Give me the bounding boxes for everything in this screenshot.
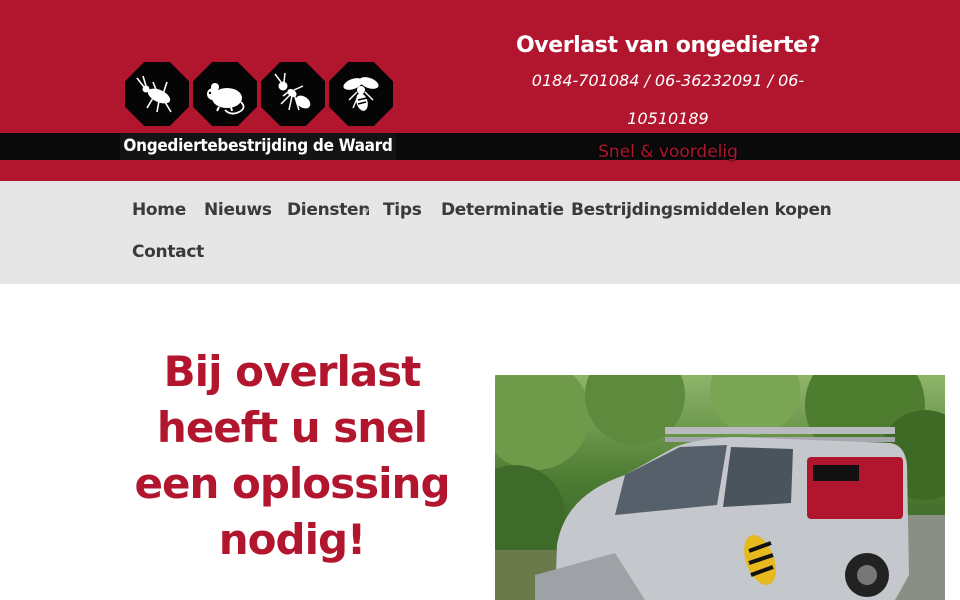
tagline-phone-numbers: 0184-701084 / 06-36232091 / 06-10510189 <box>531 71 805 128</box>
tagline-subtitle: Snel & voordelig <box>598 142 738 162</box>
nav-item-contact[interactable]: Contact <box>132 240 204 264</box>
beetle-icon <box>125 62 189 126</box>
wasp-icon <box>329 62 393 126</box>
ant-icon <box>261 62 325 126</box>
main-navigation <box>0 181 960 284</box>
site-logo[interactable]: Ongediertebestrijding de Waard <box>120 58 396 160</box>
mouse-icon <box>193 62 257 126</box>
nav-item-bestrijdingsmiddelen-kopen[interactable]: Bestrijdingsmiddelen kopen <box>571 198 832 222</box>
nav-item-determinatie[interactable]: Determinatie <box>441 198 564 222</box>
tagline-title: Overlast van ongedierte? <box>515 33 821 58</box>
nav-item-tips[interactable]: Tips <box>383 198 422 222</box>
header-tagline: Overlast van ongedierte? 0184-701084 / 0… <box>496 30 840 166</box>
nav-item-nieuws[interactable]: Nieuws <box>204 198 272 222</box>
nav-item-diensten[interactable]: Diensten <box>287 198 370 222</box>
hero-heading: Bij overlast heeft u snel een oplossing … <box>134 347 450 564</box>
chevron-down-icon[interactable]: ▼ <box>362 206 371 216</box>
service-van-photo <box>495 375 945 600</box>
logo-text: Ongediertebestrijding de Waard <box>120 133 396 160</box>
nav-item-home[interactable]: Home <box>132 198 186 222</box>
